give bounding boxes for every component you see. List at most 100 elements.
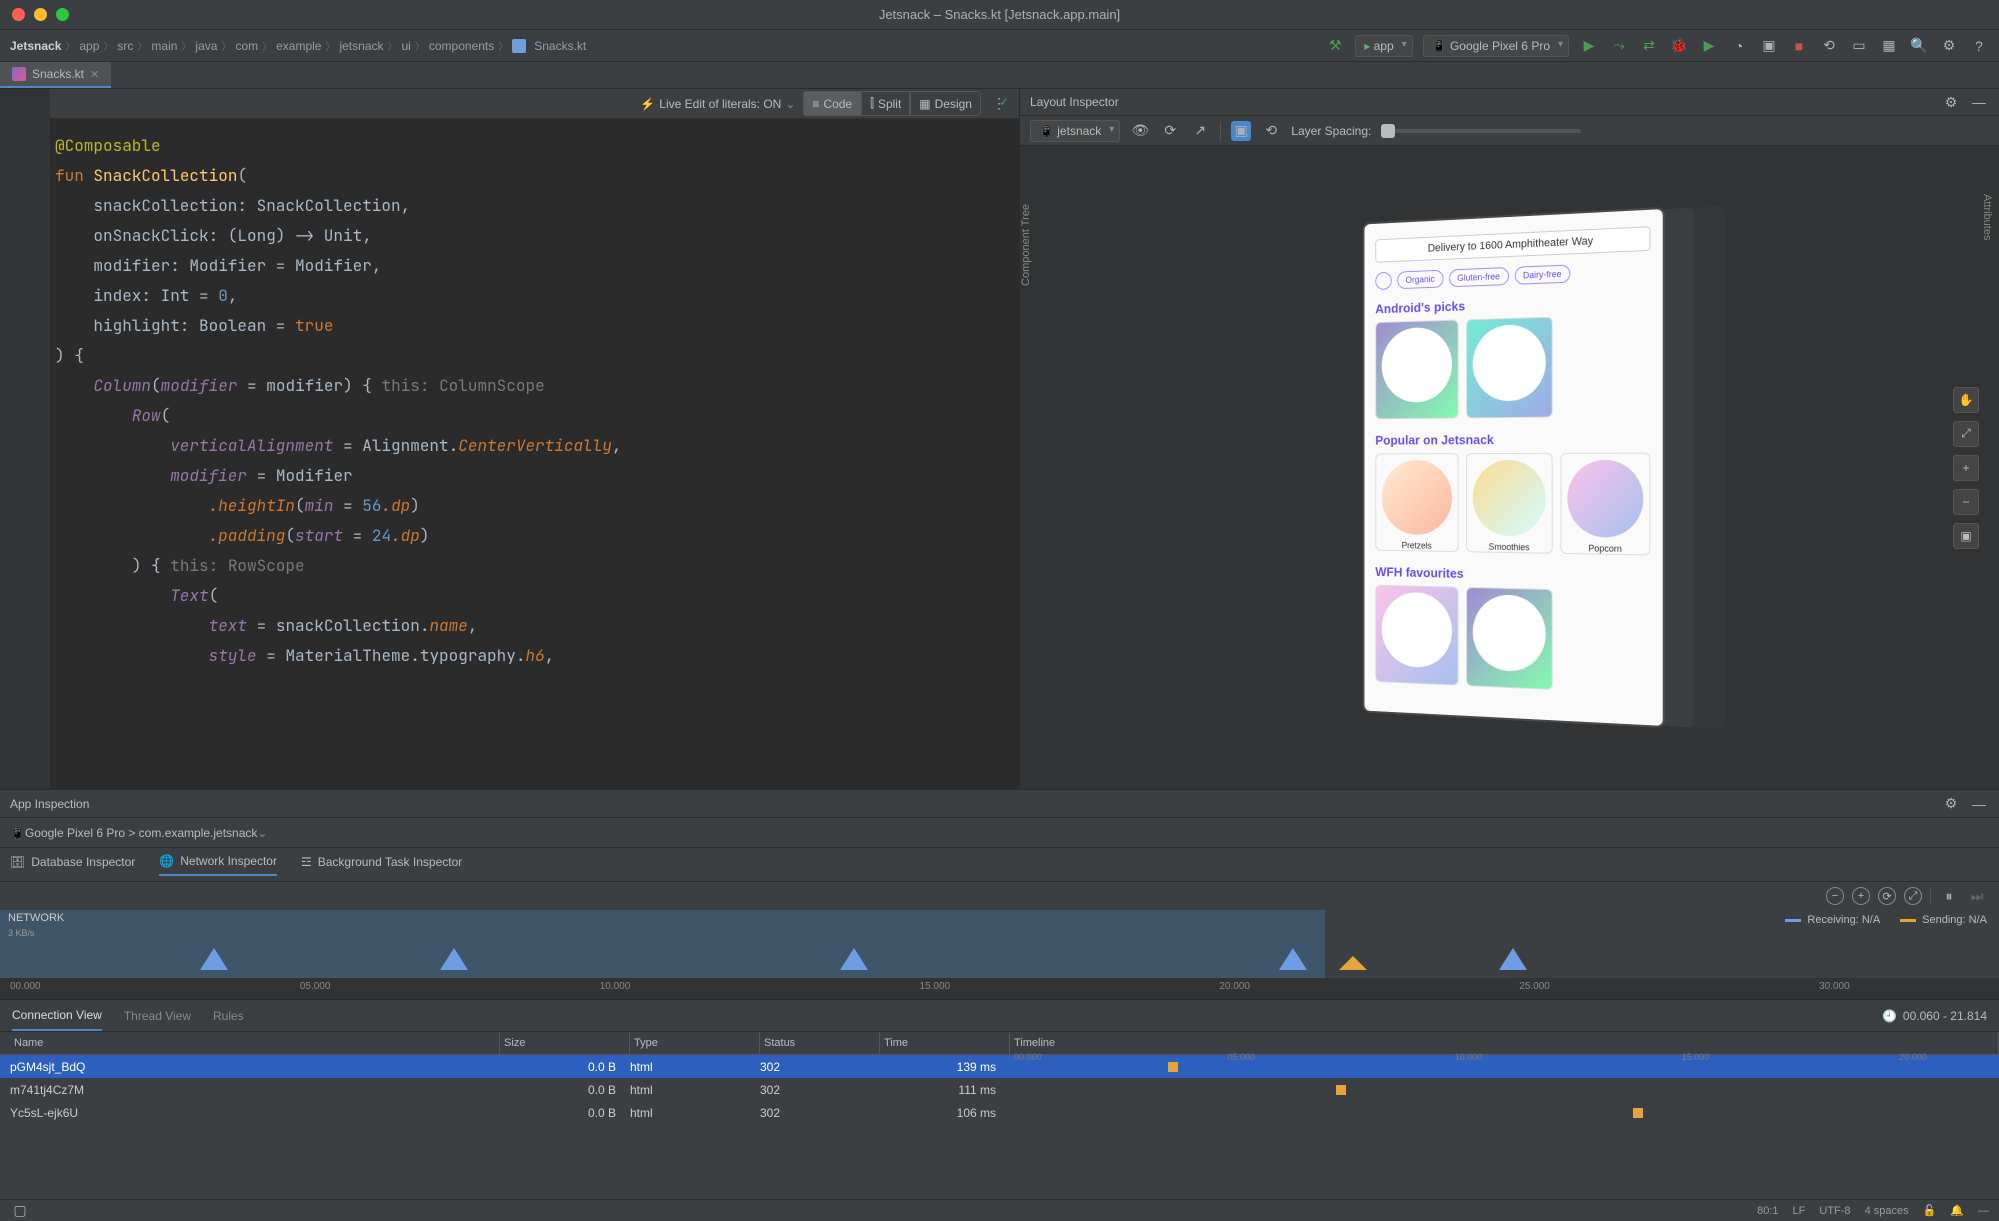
file-encoding[interactable]: UTF-8	[1819, 1205, 1850, 1217]
stop-icon[interactable]: ■	[1789, 36, 1809, 56]
run-config-selector[interactable]: ▸ app	[1355, 35, 1412, 57]
close-tab-icon[interactable]: ✕	[90, 68, 99, 81]
pan-icon[interactable]: ✋	[1953, 387, 1979, 413]
memory-indicator[interactable]: —	[1978, 1205, 1989, 1217]
col-status[interactable]: Status	[760, 1032, 880, 1054]
hide-panel-icon[interactable]: —	[1969, 92, 1989, 112]
search-icon[interactable]: 🔍	[1909, 36, 1929, 56]
maximize-window-button[interactable]	[56, 8, 69, 21]
readonly-icon[interactable]: 🔓	[1923, 1204, 1937, 1217]
build-icon[interactable]: ⚒	[1325, 36, 1345, 56]
snack-card	[1376, 585, 1459, 686]
col-size[interactable]: Size	[500, 1032, 630, 1054]
editor-tab[interactable]: Snacks.kt ✕	[0, 62, 111, 88]
tab-database-inspector[interactable]: 🗄 Database Inspector	[10, 855, 135, 875]
zoom-out-icon[interactable]: −	[1953, 489, 1979, 515]
tab-rules[interactable]: Rules	[213, 1002, 244, 1030]
tab-thread-view[interactable]: Thread View	[124, 1002, 191, 1030]
component-tree-tab[interactable]: Component Tree	[1020, 196, 1035, 294]
breadcrumb-item[interactable]: Jetsnack	[10, 39, 61, 53]
preview-area[interactable]: Component Tree Attributes Delivery to 16…	[1020, 146, 1999, 789]
close-window-button[interactable]	[12, 8, 25, 21]
avd-icon[interactable]: ▭	[1849, 36, 1869, 56]
device-selector[interactable]: 📱 Google Pixel 6 Pro	[1423, 35, 1569, 57]
zoom-out-timeline-icon[interactable]: −	[1826, 887, 1844, 905]
delivery-bar: Delivery to 1600 Amphitheater Way	[1376, 226, 1651, 263]
split-view-button[interactable]: ⫿ Split	[861, 91, 910, 116]
minimize-window-button[interactable]	[34, 8, 47, 21]
rotate-icon[interactable]: ⟲	[1261, 121, 1281, 141]
table-row[interactable]: m741tj4Cz7M0.0 Bhtml302111 ms	[0, 1078, 1999, 1101]
snack-card	[1467, 317, 1554, 419]
sdk-icon[interactable]: ▦	[1879, 36, 1899, 56]
layout-inspector-title: Layout Inspector	[1030, 95, 1119, 109]
tab-background-task-inspector[interactable]: ☲ Background Task Inspector	[301, 855, 462, 875]
run-icon[interactable]: ▶	[1579, 36, 1599, 56]
zoom-in-timeline-icon[interactable]: +	[1852, 887, 1870, 905]
col-time[interactable]: Time	[880, 1032, 1010, 1054]
breadcrumb-item[interactable]: ui	[402, 39, 411, 53]
help-icon[interactable]: ?	[1969, 36, 1989, 56]
live-edit-toggle[interactable]: ⚡ Live Edit of literals: ON ⌄	[640, 97, 795, 111]
breadcrumb-item[interactable]: com	[235, 39, 258, 53]
breadcrumb-item[interactable]: example	[276, 39, 321, 53]
jump-end-icon[interactable]: ⏭	[1967, 886, 1987, 906]
breadcrumb-item[interactable]: src	[117, 39, 133, 53]
terminal-icon[interactable]: ▢	[10, 1201, 30, 1221]
indent-setting[interactable]: 4 spaces	[1865, 1205, 1909, 1217]
3d-mode-icon[interactable]: ▣	[1231, 121, 1251, 141]
breadcrumb-item[interactable]: components	[429, 39, 494, 53]
gutter[interactable]	[0, 89, 50, 789]
bolt-icon: ⚡	[640, 97, 655, 111]
device-process-selector[interactable]: 📱 Google Pixel 6 Pro > com.example.jetsn…	[0, 818, 1999, 848]
gear-icon[interactable]: ⚙	[1941, 92, 1961, 112]
kotlin-file-icon	[512, 39, 526, 53]
refresh-icon[interactable]: ⟳	[1160, 121, 1180, 141]
apply-changes-icon[interactable]: ⤳	[1609, 36, 1629, 56]
col-timeline[interactable]: Timeline 00.000 05.000 10.000 15.000 20.…	[1010, 1032, 1999, 1054]
zoom-fit-icon[interactable]: ⤢	[1953, 421, 1979, 447]
line-ending[interactable]: LF	[1793, 1205, 1806, 1217]
pause-icon[interactable]: ⏸	[1939, 886, 1959, 906]
fit-zoom-icon[interactable]: ⤢	[1904, 887, 1922, 905]
notifications-icon[interactable]: 🔔	[1950, 1204, 1964, 1217]
settings-icon[interactable]: ⚙	[1939, 36, 1959, 56]
table-row[interactable]: Yc5sL-ejk6U0.0 Bhtml302106 ms	[0, 1101, 1999, 1124]
eye-icon[interactable]: 👁	[1130, 121, 1150, 141]
col-type[interactable]: Type	[630, 1032, 760, 1054]
design-view-button[interactable]: ▦ Design	[910, 91, 981, 116]
process-selector[interactable]: 📱 jetsnack	[1030, 120, 1120, 142]
network-timeline[interactable]: NETWORK 3 KB/s Receiving: N/A Sending: N…	[0, 910, 1999, 978]
sync-icon[interactable]: ⟲	[1819, 36, 1839, 56]
window-titlebar: Jetsnack – Snacks.kt [Jetsnack.app.main]	[0, 0, 1999, 30]
layer-spacing-slider[interactable]	[1381, 129, 1581, 133]
gear-icon[interactable]: ⚙	[1941, 794, 1961, 814]
hide-panel-icon[interactable]: —	[1969, 794, 1989, 814]
database-icon: 🗄	[10, 855, 25, 869]
apply-code-changes-icon[interactable]: ⇄	[1639, 36, 1659, 56]
analysis-ok-icon[interactable]: ✓	[999, 95, 1009, 109]
code-content[interactable]: @Composable fun SnackCollection( snackCo…	[0, 119, 1019, 683]
zoom-reset-icon[interactable]: ▣	[1953, 523, 1979, 549]
caret-position[interactable]: 80:1	[1757, 1205, 1778, 1217]
app-inspection-icon[interactable]: ▣	[1759, 36, 1779, 56]
connection-table: Name Size Type Status Time Timeline 00.0…	[0, 1032, 1999, 1199]
breadcrumb-item[interactable]: jetsnack	[339, 39, 383, 53]
coverage-icon[interactable]: ▶	[1699, 36, 1719, 56]
profiler-icon[interactable]: ◔	[1729, 36, 1749, 56]
zoom-in-icon[interactable]: +	[1953, 455, 1979, 481]
code-view-button[interactable]: ≡ Code	[803, 91, 861, 116]
breadcrumb-item[interactable]: Snacks.kt	[534, 39, 586, 53]
tab-connection-view[interactable]: Connection View	[12, 1001, 102, 1031]
tab-network-inspector[interactable]: 🌐 Network Inspector	[159, 854, 277, 876]
breadcrumb-item[interactable]: main	[151, 39, 177, 53]
time-range: 🕘 00.060 - 21.814	[1882, 1009, 1987, 1023]
reset-zoom-icon[interactable]: ⟳	[1878, 887, 1896, 905]
col-name[interactable]: Name	[10, 1032, 500, 1054]
breadcrumb-item[interactable]: app	[79, 39, 99, 53]
attributes-tab[interactable]: Attributes	[1978, 186, 1996, 248]
export-icon[interactable]: ↗	[1190, 121, 1210, 141]
breadcrumb-item[interactable]: java	[195, 39, 217, 53]
legend-sending: Sending: N/A	[1922, 914, 1987, 926]
debug-icon[interactable]: 🐞	[1669, 36, 1689, 56]
